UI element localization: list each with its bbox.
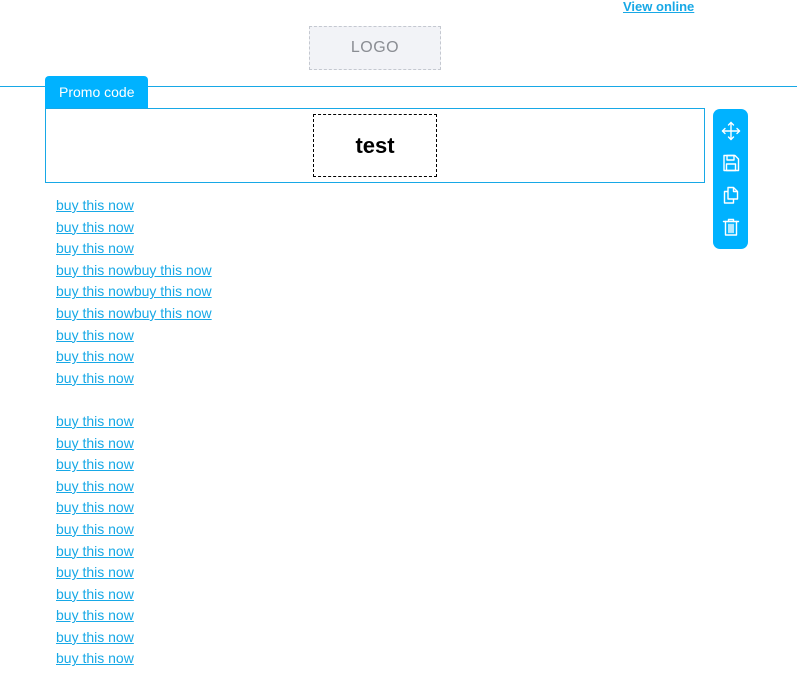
save-button[interactable]	[719, 151, 743, 175]
copy-icon	[723, 186, 738, 204]
buy-link[interactable]: buy this now	[56, 305, 134, 321]
buy-link[interactable]: buy this now	[134, 305, 212, 321]
link-row: buy this now	[56, 454, 656, 476]
buy-link[interactable]: buy this now	[56, 543, 134, 559]
email-editor-canvas: View online LOGO Promo code test buy thi…	[0, 0, 797, 690]
logo-placeholder[interactable]: LOGO	[309, 26, 441, 70]
link-row: buy this nowbuy this now	[56, 281, 656, 303]
link-row: buy this now	[56, 368, 656, 390]
buy-link[interactable]: buy this now	[56, 499, 134, 515]
link-row: buy this now	[56, 346, 656, 368]
logo-text: LOGO	[350, 39, 400, 56]
buy-link[interactable]: buy this now	[56, 240, 134, 256]
buy-link[interactable]: buy this now	[56, 348, 134, 364]
block-toolbar	[713, 109, 748, 249]
link-row: buy this now	[56, 605, 656, 627]
link-row: buy this now	[56, 648, 656, 670]
buy-link[interactable]: buy this now	[134, 283, 212, 299]
promo-code-block[interactable]: test	[45, 108, 705, 183]
buy-link[interactable]: buy this now	[56, 413, 134, 429]
move-button[interactable]	[719, 119, 743, 143]
promo-code-value[interactable]: test	[313, 114, 437, 177]
delete-button[interactable]	[719, 215, 743, 239]
buy-link[interactable]: buy this now	[56, 629, 134, 645]
promo-code-tab[interactable]: Promo code	[45, 76, 149, 108]
link-row: buy this now	[56, 584, 656, 606]
buy-link[interactable]: buy this now	[56, 283, 134, 299]
buy-link[interactable]: buy this now	[56, 370, 134, 386]
buy-link[interactable]: buy this now	[56, 478, 134, 494]
view-online-link[interactable]: View online	[623, 0, 694, 14]
link-row: buy this now	[56, 433, 656, 455]
link-row: buy this now	[56, 476, 656, 498]
link-row: buy this now	[56, 562, 656, 584]
blank-row	[56, 389, 656, 411]
buy-link[interactable]: buy this now	[56, 564, 134, 580]
link-row: buy this now	[56, 497, 656, 519]
duplicate-button[interactable]	[719, 183, 743, 207]
buy-link[interactable]: buy this now	[56, 219, 134, 235]
link-row: buy this nowbuy this now	[56, 260, 656, 282]
buy-link[interactable]: buy this now	[56, 327, 134, 343]
promo-tab-label: Promo code	[59, 84, 135, 100]
buy-link[interactable]: buy this now	[56, 586, 134, 602]
buy-link[interactable]: buy this now	[56, 197, 134, 213]
delete-icon	[722, 218, 739, 236]
move-icon	[721, 121, 740, 141]
link-row: buy this now	[56, 411, 656, 433]
buy-link[interactable]: buy this now	[56, 456, 134, 472]
buy-link[interactable]: buy this now	[56, 607, 134, 623]
link-row: buy this now	[56, 541, 656, 563]
buy-link[interactable]: buy this now	[56, 262, 134, 278]
buy-link[interactable]: buy this now	[134, 262, 212, 278]
link-row: buy this now	[56, 217, 656, 239]
link-row: buy this now	[56, 627, 656, 649]
link-row: buy this now	[56, 519, 656, 541]
buy-link[interactable]: buy this now	[56, 435, 134, 451]
link-row: buy this nowbuy this now	[56, 303, 656, 325]
link-row: buy this now	[56, 195, 656, 217]
buy-link[interactable]: buy this now	[56, 521, 134, 537]
link-row: buy this now	[56, 238, 656, 260]
link-row: buy this now	[56, 325, 656, 347]
promo-code-text: test	[355, 132, 395, 158]
buy-link[interactable]: buy this now	[56, 650, 134, 666]
link-list: buy this now buy this now buy this now b…	[56, 195, 656, 670]
save-icon	[722, 154, 739, 172]
